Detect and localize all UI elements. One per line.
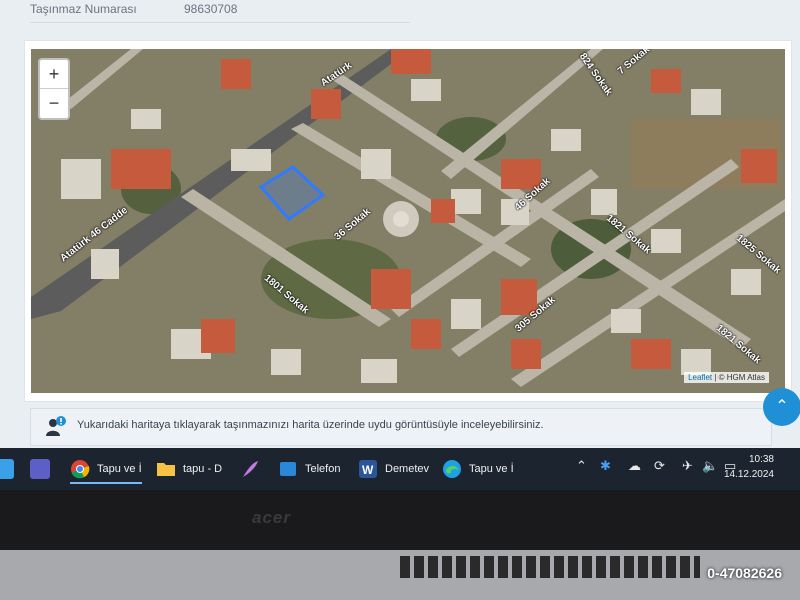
listing-watermark: 0-47082626: [707, 565, 782, 581]
word-icon: W: [359, 460, 377, 478]
property-number-value: 98630708: [184, 2, 238, 16]
property-number-label: Taşınmaz Numarası: [30, 2, 137, 16]
taskbar-app-partial[interactable]: [0, 456, 21, 482]
info-text: Yukarıdaki haritaya tıklayarak taşınmazı…: [77, 419, 544, 431]
browser-screen: Taşınmaz Numarası 98630708 Atatürk Atatü…: [0, 0, 800, 490]
satellite-map[interactable]: Atatürk Atatürk 46 Cadde 36 Sokak 1801 S…: [31, 49, 785, 393]
taskbar-item-phone[interactable]: Telefon: [278, 456, 340, 482]
map-imagery: [31, 49, 785, 393]
property-number-row: Taşınmaz Numarası 98630708: [30, 0, 410, 23]
info-bar: Yukarıdaki haritaya tıklayarak taşınmazı…: [30, 408, 772, 446]
taskbar-item-edge[interactable]: Tapu ve İ: [442, 456, 514, 482]
taskbar-label: Demetev: [385, 463, 430, 475]
laptop-bezel: [0, 490, 800, 550]
taskbar-item-pen[interactable]: [240, 456, 267, 482]
taskbar-label: Telefon: [305, 463, 341, 475]
clock-time: 10:38: [748, 454, 774, 465]
map-attribution: Leaflet | © HGM Atlas: [684, 372, 769, 383]
taskbar-label: Tapu ve İ: [97, 463, 142, 475]
feather-icon: [243, 461, 258, 477]
phone-link-icon: [280, 462, 296, 476]
taskbar-item-explorer[interactable]: tapu - D: [156, 456, 222, 482]
taskbar-label: Tapu ve İ: [469, 463, 514, 475]
map-card: Atatürk Atatürk 46 Cadde 36 Sokak 1801 S…: [24, 40, 792, 402]
teams-icon: [30, 459, 50, 479]
zoom-in-button[interactable]: +: [40, 60, 68, 88]
laptop-brand-logo: acer: [252, 508, 291, 527]
sync-icon[interactable]: ⟳: [654, 458, 665, 480]
system-clock[interactable]: 10:38 14.12.2024: [724, 452, 774, 482]
taskbar-item-word[interactable]: W Demetev: [358, 456, 429, 482]
attribution-separator: | ©: [712, 373, 727, 382]
leaflet-link[interactable]: Leaflet: [688, 373, 712, 382]
taskbar-label: tapu - D: [183, 463, 223, 475]
bluetooth-icon[interactable]: ✱: [600, 458, 611, 480]
cloud-icon[interactable]: ☁: [628, 458, 641, 480]
taskbar-item-chrome[interactable]: Tapu ve İ: [70, 456, 142, 484]
user-info-icon: [46, 416, 66, 436]
volume-icon[interactable]: 🔈: [702, 458, 718, 480]
folder-icon: [157, 463, 175, 476]
windows-taskbar: Tapu ve İ tapu - D Telefon W Demetev Tap…: [0, 448, 800, 490]
taskbar-teams[interactable]: [30, 456, 57, 482]
svg-text:W: W: [362, 463, 374, 477]
app-icon: [0, 459, 14, 479]
chrome-icon: [71, 460, 90, 479]
laptop-vent: [400, 556, 700, 578]
edge-icon: [443, 460, 461, 478]
attribution-source: HGM Atlas: [726, 373, 765, 382]
clock-date: 14.12.2024: [723, 469, 774, 480]
zoom-out-button[interactable]: −: [40, 88, 68, 117]
show-hidden-icons[interactable]: ⌃: [576, 458, 587, 480]
zoom-control: + −: [38, 58, 70, 120]
airplane-mode-icon[interactable]: ✈: [682, 458, 693, 480]
scroll-top-button[interactable]: ⌃: [763, 388, 800, 426]
